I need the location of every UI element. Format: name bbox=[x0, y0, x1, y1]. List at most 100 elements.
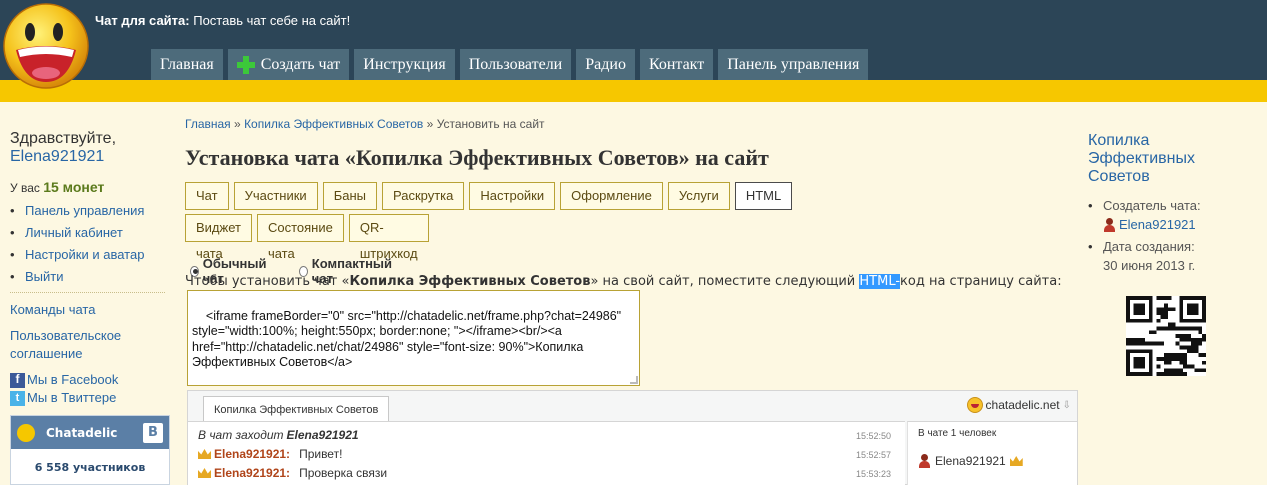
chat-message-system: В чат заходит Elena921921 bbox=[198, 428, 359, 442]
instr-text: » на свой сайт, поместите следующий bbox=[590, 274, 860, 289]
nav-label: Панель управления bbox=[727, 56, 860, 73]
creator-label: Создатель чата: bbox=[1103, 198, 1201, 213]
breadcrumb-sep: » bbox=[426, 117, 434, 131]
creator-value: Elena921921 bbox=[1103, 215, 1258, 234]
instr-text: Чтобы установить чат « bbox=[185, 274, 350, 289]
nav-users[interactable]: Пользователи bbox=[459, 49, 572, 80]
smiley-logo-icon[interactable] bbox=[2, 2, 90, 90]
page-title: Установка чата «Копилка Эффективных Сове… bbox=[185, 145, 769, 170]
tab-design[interactable]: Оформление bbox=[560, 182, 663, 210]
message-time: 15:52:57 bbox=[855, 450, 891, 460]
chat-commands-link[interactable]: Команды чата bbox=[10, 301, 170, 319]
nav-control-panel[interactable]: Панель управления bbox=[718, 49, 869, 80]
nav-contact[interactable]: Контакт bbox=[639, 49, 714, 80]
breadcrumb-current: Установить на сайт bbox=[436, 117, 545, 131]
tab-services[interactable]: Услуги bbox=[667, 182, 730, 210]
message-text: Проверка связи bbox=[299, 466, 388, 480]
user-list-item[interactable]: Elena921921 bbox=[918, 454, 1023, 468]
plus-icon bbox=[236, 55, 255, 74]
creator-link[interactable]: Elena921921 bbox=[1119, 215, 1196, 234]
chat-messages: В чат заходит Elena921921 15:52:50 Elena… bbox=[188, 421, 905, 485]
menu-personal-cabinet[interactable]: Личный кабинет bbox=[10, 222, 170, 244]
message-nick[interactable]: Elena921921: bbox=[214, 447, 290, 461]
tab-html[interactable]: HTML bbox=[734, 182, 793, 210]
crown-icon bbox=[198, 449, 211, 459]
tab-promotion[interactable]: Раскрутка bbox=[381, 182, 465, 210]
tagline-bold: Чат для сайта: bbox=[95, 13, 190, 28]
nav-radio[interactable]: Радио bbox=[576, 49, 635, 80]
instr-text: код на страницу сайта: bbox=[900, 274, 1062, 289]
nav-create-chat[interactable]: Создать чат bbox=[227, 49, 350, 80]
smiley-icon bbox=[966, 397, 983, 413]
main-nav: Главная Создать чат Инструкция Пользоват… bbox=[151, 49, 869, 80]
chat-user-list: В чате 1 человек Elena921921 bbox=[907, 421, 1077, 485]
tab-chat[interactable]: Чат bbox=[185, 182, 229, 210]
chat-room-tab[interactable]: Копилка Эффективных Советов bbox=[203, 396, 390, 422]
twitter-link[interactable]: t Мы в Твиттере bbox=[10, 389, 170, 407]
brand-label: chatadelic.net bbox=[985, 398, 1060, 412]
breadcrumb-chat[interactable]: Копилка Эффективных Советов bbox=[244, 117, 423, 131]
facebook-label: Мы в Facebook bbox=[27, 372, 119, 387]
vk-group-title[interactable]: Chatadelic bbox=[46, 426, 117, 440]
tab-qr-code[interactable]: QR-штрихкод bbox=[348, 214, 429, 261]
vk-member-count: 6 558 участников bbox=[34, 461, 146, 474]
chat-tabs-row-2: Виджет чата Состояние чата QR-штрихкод bbox=[185, 214, 429, 261]
qr-code-icon[interactable] bbox=[1126, 296, 1206, 376]
users-count: В чате 1 человек bbox=[918, 428, 997, 439]
tab-chat-widget[interactable]: Виджет чата bbox=[185, 214, 252, 261]
nav-label: Главная bbox=[160, 56, 214, 73]
facebook-icon: f bbox=[10, 372, 25, 388]
chat-tabs-row-1: Чат Участники Баны Раскрутка Настройки О… bbox=[185, 182, 793, 210]
site-header: Чат для сайта: Поставь чат себе на сайт!… bbox=[0, 0, 1267, 80]
right-sidebar: Копилка Эффективных Советов Создатель ча… bbox=[1088, 132, 1258, 278]
message-nick[interactable]: Elena921921: bbox=[214, 466, 290, 480]
user-name-link[interactable]: Elena921921 bbox=[10, 148, 170, 166]
tagline-text: Поставь чат себе на сайт! bbox=[193, 13, 351, 28]
chat-message: Elena921921: Привет! bbox=[198, 447, 342, 461]
breadcrumb-home[interactable]: Главная bbox=[185, 117, 231, 131]
nav-label: Контакт bbox=[648, 56, 705, 73]
system-nick[interactable]: Elena921921 bbox=[287, 428, 359, 442]
vk-icon: В bbox=[143, 423, 163, 443]
vk-widget-header: Chatadelic В bbox=[11, 416, 169, 449]
tab-settings[interactable]: Настройки bbox=[469, 182, 556, 210]
date-label: Дата создания: bbox=[1103, 239, 1195, 254]
coins-balance: У вас 15 монет bbox=[10, 179, 170, 195]
user-agreement-link[interactable]: Пользовательское соглашение bbox=[10, 327, 170, 363]
tab-bans[interactable]: Баны bbox=[322, 182, 377, 210]
left-sidebar: Здравствуйте, Elena921921 У вас 15 монет… bbox=[10, 130, 170, 407]
site-tagline: Чат для сайта: Поставь чат себе на сайт! bbox=[95, 13, 350, 28]
menu-logout[interactable]: Выйти bbox=[10, 266, 170, 288]
chat-name-link[interactable]: Копилка Эффективных Советов bbox=[1088, 132, 1258, 186]
embed-code-text: <iframe frameBorder="0" src="http://chat… bbox=[192, 308, 625, 370]
message-text: Привет! bbox=[299, 447, 343, 461]
chat-message: Elena921921: Проверка связи bbox=[198, 466, 387, 480]
nav-label: Радио bbox=[585, 56, 626, 73]
nav-label: Инструкция bbox=[363, 56, 446, 73]
install-instructions: Чтобы установить чат «Копилка Эффективны… bbox=[185, 274, 1062, 289]
vk-group-widget[interactable]: Chatadelic В 6 558 участников bbox=[10, 415, 170, 485]
crown-icon bbox=[1009, 456, 1023, 466]
coins-value: 15 монет bbox=[43, 179, 105, 195]
menu-settings-avatar[interactable]: Настройки и аватар bbox=[10, 244, 170, 266]
chatadelic-brand[interactable]: chatadelic.net ⇩ bbox=[966, 397, 1071, 413]
header-stripe bbox=[0, 80, 1267, 102]
system-text: В чат заходит bbox=[198, 428, 284, 442]
nav-home[interactable]: Главная bbox=[151, 49, 223, 80]
nav-instructions[interactable]: Инструкция bbox=[354, 49, 455, 80]
crown-icon bbox=[198, 468, 211, 478]
message-time: 15:53:23 bbox=[855, 469, 891, 479]
embed-code-textarea[interactable]: <iframe frameBorder="0" src="http://chat… bbox=[187, 290, 640, 386]
twitter-label: Мы в Твиттере bbox=[27, 390, 117, 405]
instr-highlight: HTML- bbox=[859, 274, 901, 289]
facebook-link[interactable]: f Мы в Facebook bbox=[10, 371, 170, 389]
message-time: 15:52:50 bbox=[855, 431, 891, 441]
twitter-icon: t bbox=[10, 390, 25, 406]
menu-control-panel[interactable]: Панель управления bbox=[10, 200, 170, 222]
resize-handle-icon[interactable] bbox=[630, 376, 638, 384]
date-value: 30 июня 2013 г. bbox=[1103, 258, 1196, 273]
tab-chat-status[interactable]: Состояние чата bbox=[256, 214, 344, 261]
tab-participants[interactable]: Участники bbox=[233, 182, 318, 210]
nav-label: Пользователи bbox=[468, 56, 563, 73]
user-icon bbox=[918, 454, 931, 468]
